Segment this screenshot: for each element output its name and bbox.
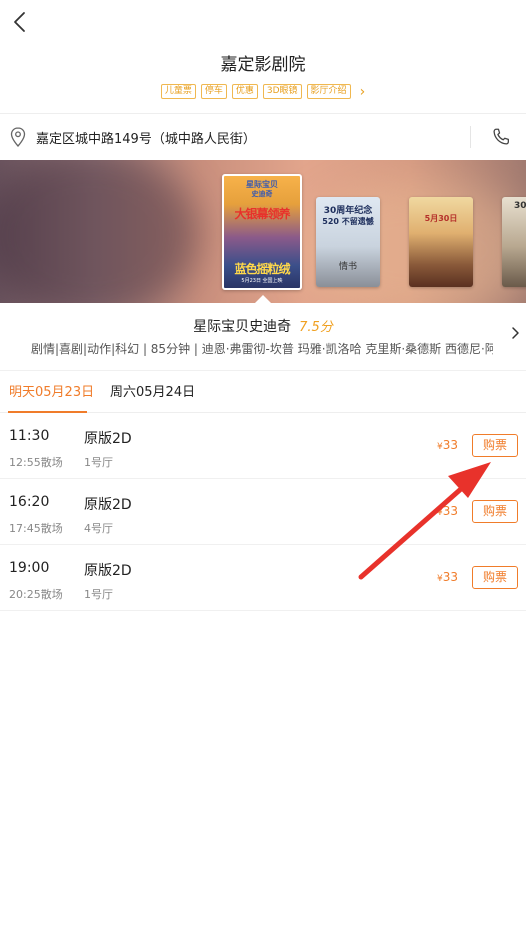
session-hall: 1号厅 — [84, 456, 113, 469]
session-price: ¥33 — [437, 438, 459, 452]
tag-hall-intro[interactable]: 影厅介绍 — [306, 84, 351, 99]
banner-backdrop — [0, 160, 200, 303]
movie-title-row: 星际宝贝史迪奇 7.5分 — [0, 316, 526, 336]
tag-parking[interactable]: 停车 — [200, 84, 227, 99]
buy-ticket-button[interactable]: 购票 — [472, 434, 518, 457]
poster-title-small: 30周年纪念 — [323, 206, 373, 216]
poster-release: 5月30日 — [424, 214, 458, 223]
poster-release: 5月23日 全国上映 — [241, 278, 283, 284]
buy-ticket-button[interactable]: 购票 — [472, 566, 518, 589]
session-end-time: 17:45散场 — [9, 522, 63, 535]
movie-info[interactable]: 星际宝贝史迪奇 7.5分 剧情|喜剧|动作|科幻 | 85分钟 | 迪恩·弗雷彻-… — [0, 303, 526, 370]
tab-date-0523[interactable]: 明天05月23日 — [9, 381, 94, 400]
cinema-tags: 儿童票 停车 优惠 3D眼镜 影厅介绍 › — [0, 84, 526, 99]
session-price: ¥33 — [437, 570, 459, 584]
session-row[interactable]: 16:20 17:45散场 原版2D 4号厅 ¥33 购票 — [0, 479, 526, 545]
session-version: 原版2D — [84, 563, 132, 579]
tag-discount[interactable]: 优惠 — [231, 84, 258, 99]
divider — [470, 126, 471, 148]
date-tabs: 明天05月23日 周六05月24日 — [0, 370, 526, 413]
top-bar — [0, 0, 526, 44]
session-end-time: 20:25散场 — [9, 588, 63, 601]
phone-icon[interactable] — [490, 126, 512, 148]
session-end-time: 12:55散场 — [9, 456, 63, 469]
tag-3d-glasses[interactable]: 3D眼镜 — [262, 84, 302, 99]
session-row[interactable]: 11:30 12:55散场 原版2D 1号厅 ¥33 购票 — [0, 413, 526, 479]
poster-stitch-selected[interactable]: 星际宝贝 史迪奇 大银幕领养 蓝色摇粒绒 5月23日 全国上映 — [222, 174, 302, 290]
tag-children-ticket[interactable]: 儿童票 — [160, 84, 196, 99]
session-hall: 4号厅 — [84, 522, 113, 535]
movie-poster-carousel[interactable]: 星际宝贝 史迪奇 大银幕领养 蓝色摇粒绒 5月23日 全国上映 30周年纪念 5… — [0, 160, 526, 303]
movie-score: 7.5分 — [299, 320, 333, 335]
poster-title-small: 520 不留遗憾 — [322, 217, 374, 226]
session-start-time: 19:00 — [9, 560, 50, 576]
poster-title-small: 史迪奇 — [251, 190, 273, 198]
session-version: 原版2D — [84, 497, 132, 513]
movie-title: 星际宝贝史迪奇 — [193, 319, 292, 335]
tags-more-chevron-icon[interactable]: › — [360, 85, 366, 99]
session-row[interactable]: 19:00 20:25散场 原版2D 1号厅 ¥33 购票 — [0, 545, 526, 611]
poster-movie-3[interactable]: 5月30日 — [409, 197, 473, 287]
poster-movie-4[interactable]: 30 — [502, 197, 526, 287]
session-hall: 1号厅 — [84, 588, 113, 601]
poster-love-letter[interactable]: 30周年纪念 520 不留遗憾 情书 — [316, 197, 380, 287]
buy-ticket-button[interactable]: 购票 — [472, 500, 518, 523]
session-start-time: 11:30 — [9, 428, 50, 444]
poster-subtitle: 蓝色摇粒绒 — [234, 262, 290, 276]
poster-release: 30 — [514, 201, 526, 211]
movie-meta: 剧情|喜剧|动作|科幻 | 85分钟 | 迪恩·弗雷彻-坎普 玛雅·凯洛哈 克里… — [31, 342, 493, 356]
cinema-address: 嘉定区城中路149号（城中路人民街） — [36, 132, 256, 147]
location-pin-icon — [10, 127, 26, 147]
session-start-time: 16:20 — [9, 494, 50, 510]
session-version: 原版2D — [84, 431, 132, 447]
poster-tagline: 大银幕领养 — [234, 207, 290, 221]
back-arrow-icon[interactable] — [6, 8, 34, 36]
chevron-right-icon[interactable] — [509, 325, 521, 341]
address-row[interactable]: 嘉定区城中路149号（城中路人民街） — [0, 114, 526, 160]
session-price: ¥33 — [437, 504, 459, 518]
tab-date-0524[interactable]: 周六05月24日 — [110, 381, 195, 400]
poster-subtitle: 情书 — [338, 262, 357, 272]
cinema-name: 嘉定影剧院 — [220, 55, 306, 75]
